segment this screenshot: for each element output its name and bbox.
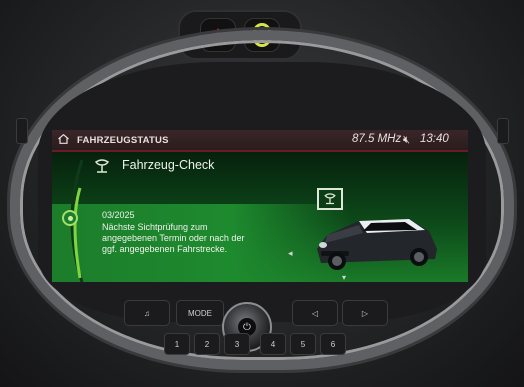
car-illustration [317,219,437,270]
scroll-knob[interactable] [62,210,78,226]
due-date: 03/2025 [102,210,135,220]
mode-button[interactable]: MODE [176,300,224,326]
previous-button[interactable]: ◁ [292,300,338,326]
media-icon: ♫ [144,308,150,318]
message-line: ggf. angegebenen Fahrstrecke. [102,244,228,254]
clock: 13:40 [420,133,449,145]
dashboard: FAHRZEUGSTATUS 87.5 MHz 🔇︎ 13:40 Fahrzeu… [0,0,524,387]
message-line: Nächste Sichtprüfung zum [102,222,208,232]
service-icon [94,159,110,173]
previous-icon: ◁ [311,308,319,318]
preset-buttons: 1 2 3 4 5 6 [160,333,350,357]
preset-button-4[interactable]: 4 [260,333,286,355]
next-button[interactable]: ▷ [342,300,388,326]
service-message: Nächste Sichtprüfung zum angegebenen Ter… [102,222,302,255]
arrow-left-icon[interactable]: ◂ [288,248,293,259]
left-side-button[interactable] [16,118,28,144]
preset-button-1[interactable]: 1 [164,333,190,355]
radio-frequency: 87.5 MHz [352,133,402,145]
mute-icon: 🔇︎ [403,134,410,146]
arrow-down-icon[interactable]: ▾ [342,273,346,282]
preset-button-3[interactable]: 3 [224,333,250,355]
preset-button-2[interactable]: 2 [194,333,220,355]
home-icon[interactable] [58,134,69,144]
next-icon: ▷ [361,308,369,318]
media-button[interactable]: ♫ [124,300,170,326]
status-bar: FAHRZEUGSTATUS 87.5 MHz 🔇︎ 13:40 [52,130,468,152]
preset-button-5[interactable]: 5 [290,333,316,355]
right-side-button[interactable] [497,118,509,144]
vehicle-check-panel: Fahrzeug-Check 03/2025 Nächste Sichtprüf… [52,152,468,282]
infotainment-screen: FAHRZEUGSTATUS 87.5 MHz 🔇︎ 13:40 Fahrzeu… [52,130,468,282]
message-line: angegebenen Termin oder nach der [102,233,245,243]
status-title: FAHRZEUGSTATUS [77,135,169,146]
preset-button-6[interactable]: 6 [320,333,346,355]
page-title: Fahrzeug-Check [122,158,215,172]
